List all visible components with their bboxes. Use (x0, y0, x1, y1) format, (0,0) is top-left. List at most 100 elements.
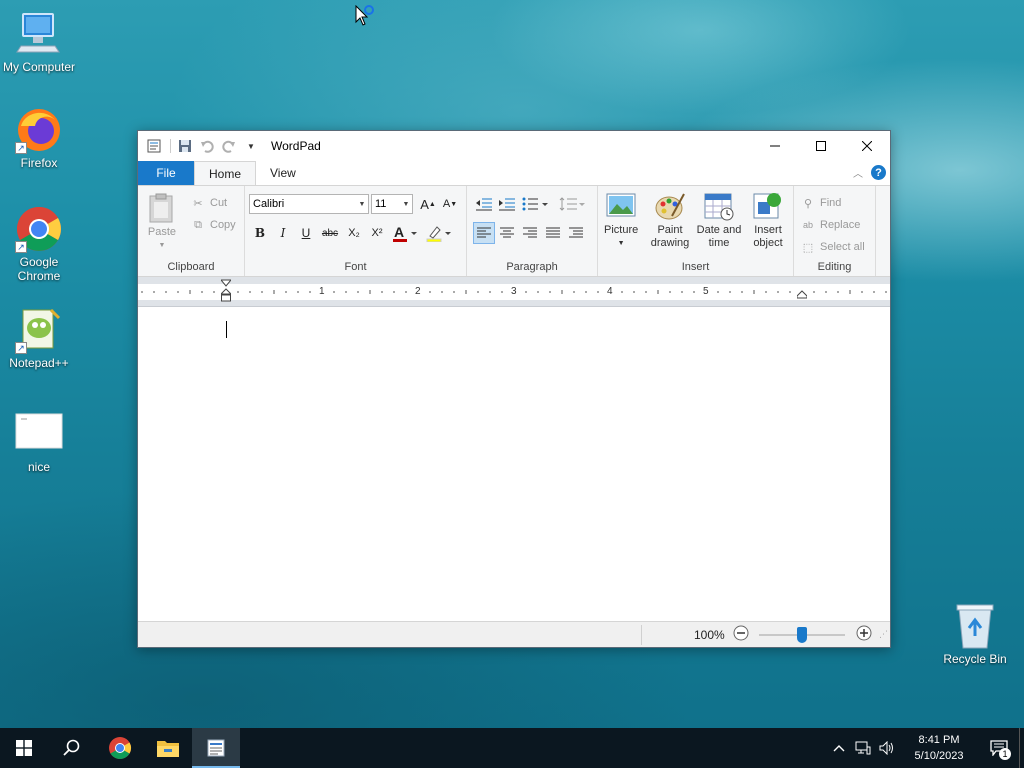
tab-view[interactable]: View (256, 161, 310, 185)
select-all-icon: ⬚ (802, 241, 814, 254)
ruler-number: 4 (607, 286, 613, 297)
line-spacing-button[interactable] (558, 193, 588, 215)
resize-grip-icon[interactable]: ⋰ (879, 629, 888, 640)
cut-label: Cut (210, 197, 228, 209)
maximize-button[interactable] (798, 131, 844, 161)
cut-button[interactable]: ✂ Cut (190, 192, 236, 214)
font-group-label: Font (344, 261, 367, 273)
copy-button[interactable]: ⧉ Copy (190, 214, 236, 236)
taskbar-file-explorer[interactable] (144, 728, 192, 768)
action-center-button[interactable]: 1 (979, 728, 1019, 768)
insert-object-button[interactable]: Insert object (748, 190, 788, 250)
ribbon: Paste ▼ ✂ Cut ⧉ Copy Clipboard Calibri ▼ (138, 185, 890, 277)
align-center-button[interactable] (496, 222, 518, 244)
show-hidden-icons-icon[interactable] (827, 744, 851, 752)
chevron-down-icon: ▼ (402, 200, 410, 208)
customize-quick-access-icon[interactable]: ▼ (243, 138, 259, 154)
taskbar-chrome[interactable] (96, 728, 144, 768)
zoom-slider-thumb[interactable] (796, 626, 807, 643)
paint-drawing-button[interactable]: Paint drawing (648, 190, 692, 250)
left-indent-marker-icon[interactable] (219, 279, 233, 306)
desktop-icon-notepad-plus-plus[interactable]: ↗ Notepad++ (0, 306, 79, 370)
decrease-indent-icon[interactable] (473, 193, 495, 215)
volume-icon[interactable] (875, 741, 899, 755)
zoom-slider[interactable] (758, 626, 845, 643)
notepad-plus-plus-icon: ↗ (15, 306, 63, 354)
select-all-button[interactable]: ⬚ Select all (800, 236, 865, 258)
zoom-in-icon[interactable] (856, 625, 872, 644)
align-left-button[interactable] (473, 222, 495, 244)
copy-icon: ⧉ (194, 218, 202, 231)
desktop-icon-nice[interactable]: nice (0, 410, 79, 474)
tab-file[interactable]: File (138, 161, 194, 185)
network-icon[interactable] (851, 741, 875, 755)
zoom-out-icon[interactable] (733, 625, 749, 644)
ribbon-tabs: File Home View ︿ ? (138, 161, 890, 185)
document-area[interactable] (138, 307, 890, 621)
clock[interactable]: 8:41 PM 5/10/2023 (899, 732, 979, 764)
title-bar[interactable]: ▼ WordPad (138, 131, 890, 161)
help-icon[interactable]: ? (871, 165, 886, 180)
date-and-time-button[interactable]: Date and time (694, 190, 744, 250)
desktop-icon-recycle-bin[interactable]: Recycle Bin (935, 602, 1015, 666)
show-desktop-button[interactable] (1019, 728, 1024, 768)
start-button[interactable] (0, 728, 48, 768)
justify-icon (546, 227, 560, 238)
status-bar: 100% ⋰ (138, 621, 890, 647)
font-family-select[interactable]: Calibri ▼ (249, 194, 369, 214)
redo-icon[interactable] (221, 138, 237, 154)
paste-dropdown-icon[interactable]: ▼ (159, 239, 166, 252)
ruler-number: 2 (415, 286, 421, 297)
tab-home[interactable]: Home (194, 161, 257, 185)
taskbar-wordpad[interactable] (192, 728, 240, 768)
copy-label: Copy (210, 219, 236, 231)
align-right-icon (523, 227, 537, 238)
italic-button[interactable]: I (272, 222, 294, 244)
ruler[interactable]: 1 2 3 4 5 (138, 277, 890, 307)
highlight-color-button[interactable] (425, 222, 455, 244)
desktop-icon-my-computer[interactable]: My Computer (0, 10, 79, 74)
right-indent-marker-icon[interactable] (796, 289, 808, 303)
collapse-ribbon-icon[interactable]: ︿ (853, 165, 863, 180)
shrink-font-icon[interactable]: A ▼ (439, 193, 461, 215)
picture-icon (606, 193, 636, 217)
svg-text:A: A (394, 224, 404, 240)
calendar-clock-icon (704, 193, 734, 221)
superscript-button[interactable]: X² (366, 222, 388, 244)
wordpad-window[interactable]: ▼ WordPad File Home View ︿ ? Paste ▼ ✂ C… (137, 130, 891, 648)
search-icon (63, 739, 80, 756)
replace-button[interactable]: ab Replace (800, 214, 865, 236)
picture-dropdown-icon[interactable]: ▼ (618, 237, 625, 250)
desktop-icon-firefox[interactable]: ↗ Firefox (0, 106, 79, 170)
picture-button[interactable]: Picture ▼ (604, 190, 638, 250)
increase-indent-icon[interactable] (496, 193, 518, 215)
bullets-button[interactable] (521, 193, 551, 215)
paste-button[interactable]: Paste ▼ (146, 192, 178, 252)
editing-group: ⚲ Find ab Replace ⬚ Select all Editing (794, 186, 876, 276)
save-icon[interactable] (177, 138, 193, 154)
ruler-number: 5 (703, 286, 709, 297)
replace-icon: ab (802, 220, 813, 230)
font-group: Calibri ▼ 11 ▼ A ▲ A ▼ B I U abc X₂ X² A F… (245, 186, 467, 276)
search-button[interactable] (48, 728, 96, 768)
paragraph-settings-button[interactable] (565, 222, 587, 244)
grow-font-icon[interactable]: A ▲ (417, 193, 439, 215)
strikethrough-button[interactable]: abc (319, 222, 341, 244)
text-color-button[interactable]: A (391, 222, 421, 244)
windows-logo-icon (16, 740, 32, 756)
undo-icon[interactable] (199, 138, 215, 154)
justify-button[interactable] (542, 222, 564, 244)
font-size-select[interactable]: 11 ▼ (371, 194, 413, 214)
wordpad-app-icon[interactable] (146, 138, 162, 154)
subscript-button[interactable]: X₂ (343, 222, 365, 244)
underline-button[interactable]: U (295, 222, 317, 244)
close-button[interactable] (844, 131, 890, 161)
desktop-icon-google-chrome[interactable]: ↗ Google Chrome (0, 205, 79, 283)
find-button[interactable]: ⚲ Find (800, 192, 865, 214)
align-right-button[interactable] (519, 222, 541, 244)
zoom-level: 100% (694, 627, 725, 642)
clock-time: 8:41 PM (918, 734, 960, 746)
minimize-button[interactable] (752, 131, 798, 161)
bold-button[interactable]: B (249, 222, 271, 244)
ruler-number: 1 (319, 286, 325, 297)
